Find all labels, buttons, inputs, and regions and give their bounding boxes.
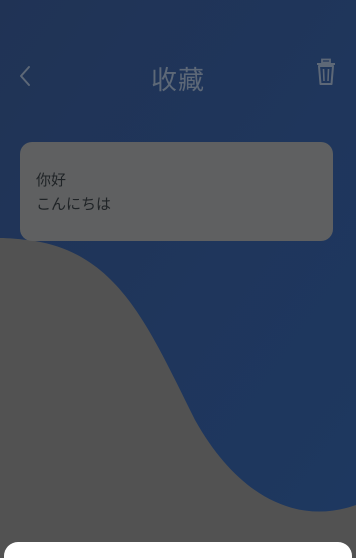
trash-button[interactable]	[314, 56, 338, 88]
bottom-sheet[interactable]	[4, 542, 352, 558]
header: 收藏	[0, 48, 356, 108]
trash-icon	[317, 58, 335, 85]
favorite-japanese-text: こんにちは	[36, 195, 112, 213]
favorites-screen: 收藏 你好 こんにちは	[0, 0, 356, 558]
favorite-chinese-text: 你好	[36, 171, 67, 189]
page-title: 收藏	[150, 66, 205, 96]
favorite-card[interactable]: 你好 こんにちは	[20, 142, 333, 241]
